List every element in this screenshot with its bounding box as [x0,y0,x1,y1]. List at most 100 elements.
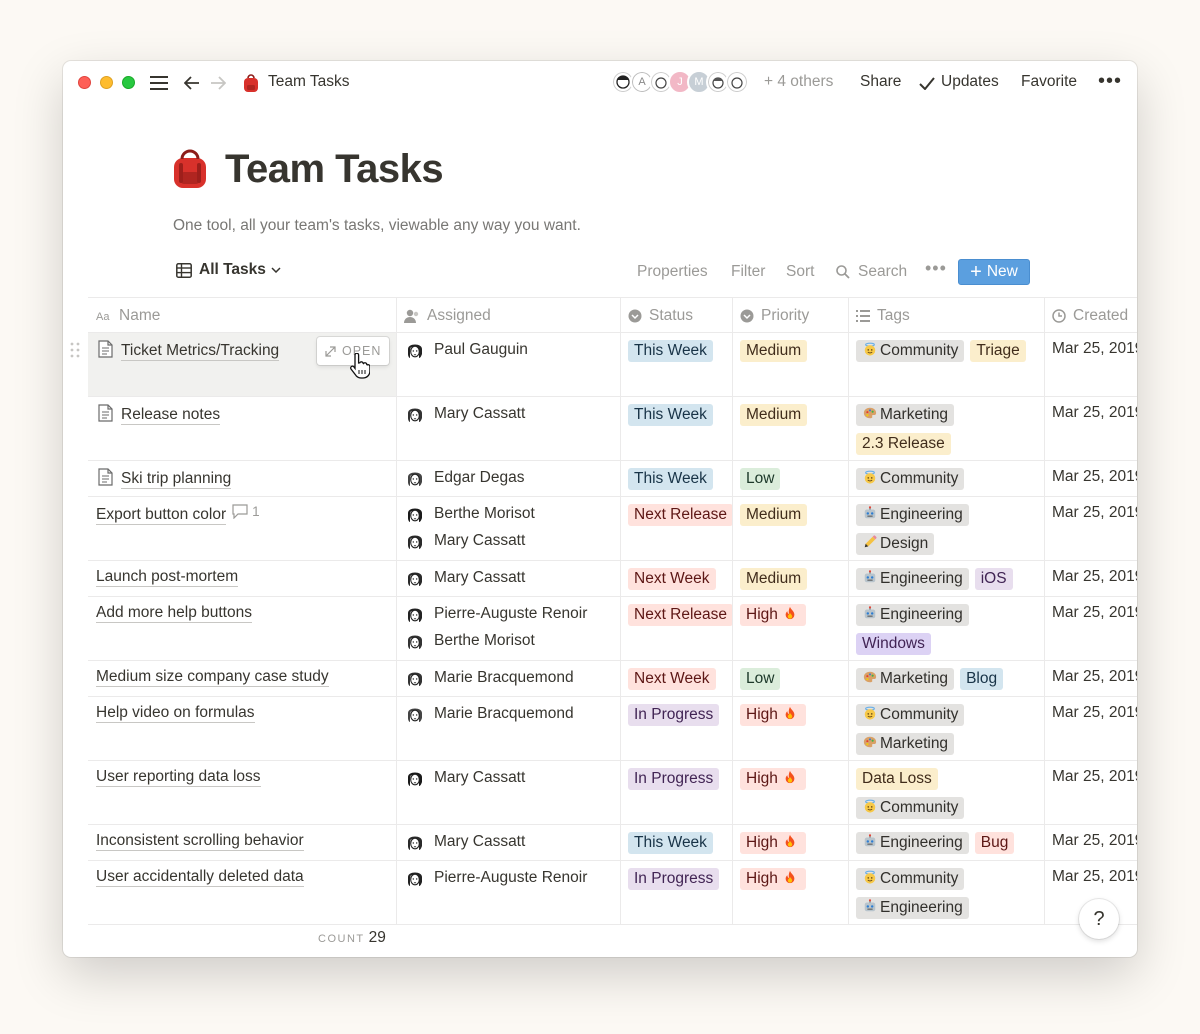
column-header-name[interactable]: Aa Name [88,298,396,334]
assignee[interactable]: Marie Bracquemond [404,664,612,691]
name-cell[interactable]: Ski trip planning [88,461,396,496]
column-header-status[interactable]: Status [620,298,732,334]
assigned-cell[interactable]: Edgar Degas [396,461,620,496]
priority-cell[interactable]: High [732,597,848,660]
task-name[interactable]: Medium size company case study [96,668,329,687]
column-header-tags[interactable]: Tags [848,298,1044,334]
assignee[interactable]: Berthe Morisot [404,627,612,654]
table-row[interactable]: Inconsistent scrolling behavior Mary Cass… [88,825,1137,861]
assigned-cell[interactable]: Marie Bracquemond [396,697,620,760]
search-button[interactable]: Search [836,263,907,281]
name-cell[interactable]: Medium size company case study [88,661,396,696]
assigned-cell[interactable]: Pierre-Auguste Renoir Berthe Morisot [396,597,620,660]
priority-cell[interactable]: High [732,697,848,760]
name-cell[interactable]: Inconsistent scrolling behavior [88,825,396,860]
task-name[interactable]: Inconsistent scrolling behavior [96,832,304,851]
name-cell[interactable]: Export button color 1 [88,497,396,560]
name-cell[interactable]: Help video on formulas [88,697,396,760]
updates-button[interactable]: Updates [941,73,999,91]
assignee[interactable]: Mary Cassatt [404,527,612,554]
priority-cell[interactable]: High [732,825,848,860]
share-button[interactable]: Share [860,73,901,91]
name-cell[interactable]: User accidentally deleted data [88,861,396,924]
priority-cell[interactable]: High [732,761,848,824]
tags-cell[interactable]: Engineering Bug [848,825,1044,860]
table-row[interactable]: Ticket Metrics/Tracking OPEN Paul Gauguin T… [88,333,1137,397]
table-row[interactable]: Help video on formulas Marie Bracquemond I… [88,697,1137,761]
sidebar-menu-icon[interactable] [149,72,169,94]
table-row[interactable]: Ski trip planning Edgar Degas This Week Low… [88,461,1137,497]
forward-arrow-icon[interactable] [208,72,228,94]
task-name[interactable]: Release notes [121,406,221,425]
tags-cell[interactable]: Community [848,461,1044,496]
tags-cell[interactable]: Engineering iOS [848,561,1044,596]
status-cell[interactable]: Next Week [620,661,732,696]
priority-cell[interactable]: Low [732,461,848,496]
task-name[interactable]: Export button color [96,506,227,525]
tags-cell[interactable]: Data Loss Community [848,761,1044,824]
task-name[interactable]: Ticket Metrics/Tracking [121,342,280,361]
table-row[interactable]: User reporting data loss Mary Cassatt In P… [88,761,1137,825]
status-cell[interactable]: In Progress [620,861,732,924]
task-name[interactable]: Ski trip planning [121,470,232,489]
priority-cell[interactable]: Medium [732,397,848,460]
tags-cell[interactable]: Engineering Design [848,497,1044,560]
priority-cell[interactable]: Low [732,661,848,696]
filter-button[interactable]: Filter [731,263,765,281]
status-cell[interactable]: This Week [620,333,732,396]
status-cell[interactable]: This Week [620,397,732,460]
back-arrow-icon[interactable] [182,72,202,94]
assignee[interactable]: Pierre-Auguste Renoir [404,864,612,891]
status-cell[interactable]: This Week [620,461,732,496]
table-row[interactable]: Export button color 1 Berthe Morisot Mary C… [88,497,1137,561]
view-selector[interactable]: All Tasks [176,261,281,279]
column-header-created[interactable]: Created [1044,298,1137,334]
assignee[interactable]: Berthe Morisot [404,500,612,527]
sort-button[interactable]: Sort [786,263,814,281]
tags-cell[interactable]: Community Triage [848,333,1044,396]
assigned-cell[interactable]: Pierre-Auguste Renoir [396,861,620,924]
status-cell[interactable]: In Progress [620,697,732,760]
assignee[interactable]: Mary Cassatt [404,400,612,427]
priority-cell[interactable]: High [732,861,848,924]
minimize-window-button[interactable] [100,76,113,89]
tags-cell[interactable]: Marketing 2.3 Release [848,397,1044,460]
assignee[interactable]: Mary Cassatt [404,564,612,591]
assignee[interactable]: Edgar Degas [404,464,612,491]
priority-cell[interactable]: Medium [732,497,848,560]
close-window-button[interactable] [78,76,91,89]
comment-count[interactable]: 1 [232,504,260,519]
status-cell[interactable]: In Progress [620,761,732,824]
assignee[interactable]: Mary Cassatt [404,828,612,855]
status-cell[interactable]: Next Week [620,561,732,596]
status-cell[interactable]: Next Release [620,597,732,660]
name-cell[interactable]: Release notes [88,397,396,460]
priority-cell[interactable]: Medium [732,561,848,596]
name-cell[interactable]: Launch post-mortem [88,561,396,596]
backpack-icon[interactable] [171,149,209,194]
assigned-cell[interactable]: Paul Gauguin [396,333,620,396]
more-options-icon[interactable]: ••• [1098,70,1122,93]
new-button[interactable]: + New [958,259,1030,285]
table-row[interactable]: Medium size company case study Marie Brac… [88,661,1137,697]
view-more-icon[interactable]: ••• [925,258,947,279]
assigned-cell[interactable]: Mary Cassatt [396,825,620,860]
task-name[interactable]: User accidentally deleted data [96,868,304,887]
assigned-cell[interactable]: Mary Cassatt [396,397,620,460]
properties-button[interactable]: Properties [637,263,708,281]
task-name[interactable]: Launch post-mortem [96,568,239,587]
column-header-priority[interactable]: Priority [732,298,848,334]
help-button[interactable]: ? [1079,899,1119,939]
favorite-button[interactable]: Favorite [1021,73,1077,91]
others-count[interactable]: + 4 others [764,73,833,91]
tags-cell[interactable]: Marketing Blog [848,661,1044,696]
task-name[interactable]: Help video on formulas [96,704,255,723]
task-name[interactable]: User reporting data loss [96,768,261,787]
table-row[interactable]: Add more help buttons Pierre-Auguste Reno… [88,597,1137,661]
task-name[interactable]: Add more help buttons [96,604,252,623]
table-row[interactable]: User accidentally deleted data Pierre-Aug… [88,861,1137,925]
assignee[interactable]: Pierre-Auguste Renoir [404,600,612,627]
assigned-cell[interactable]: Mary Cassatt [396,561,620,596]
tags-cell[interactable]: Engineering Windows [848,597,1044,660]
collaborator-avatars[interactable]: A J M [611,70,749,94]
